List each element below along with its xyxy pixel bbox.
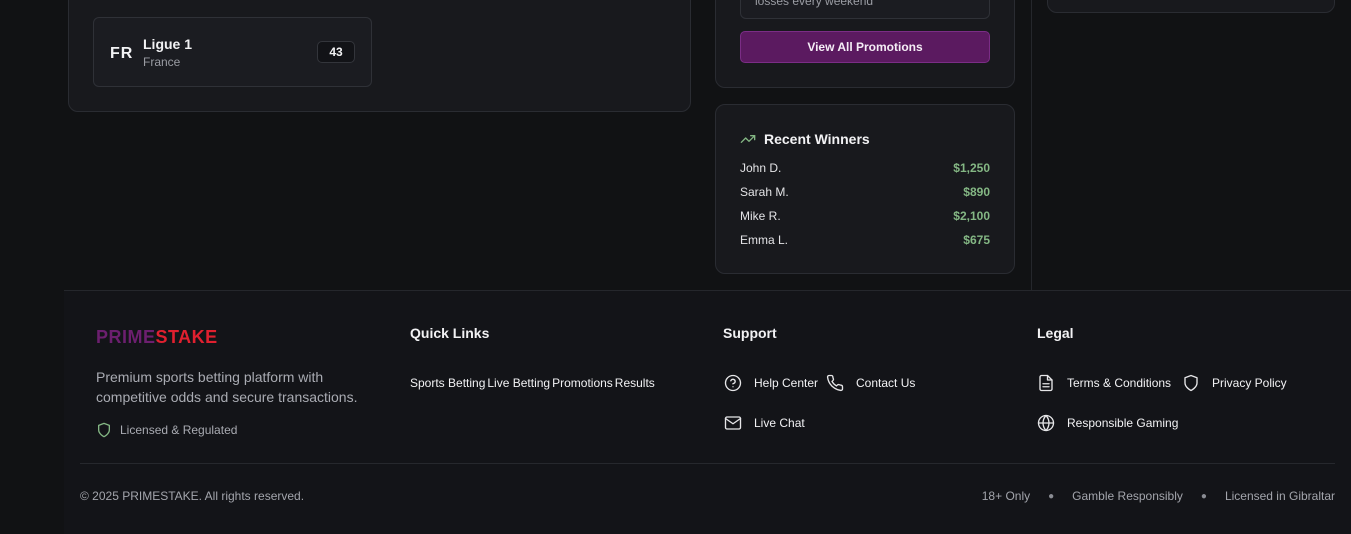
footer-description: Premium sports betting platform with com… xyxy=(96,369,358,405)
trending-up-icon xyxy=(740,131,756,147)
file-text-icon xyxy=(1037,374,1055,392)
recent-winners-header: Recent Winners xyxy=(740,130,870,148)
license-location-tag: Licensed in Gibraltar xyxy=(1224,489,1335,503)
winner-row: Emma L. $675 xyxy=(740,233,990,249)
winner-row: John D. $1,250 xyxy=(740,161,990,177)
right-sidebar-panel xyxy=(1047,0,1335,13)
quick-links-list: Sports Betting Live Betting Promotions R… xyxy=(410,376,657,390)
privacy-policy-link[interactable]: Privacy Policy xyxy=(1182,374,1287,392)
winner-name: Sarah M. xyxy=(740,185,789,199)
contact-us-label: Contact Us xyxy=(856,376,916,390)
league-country-code: FR xyxy=(110,45,134,62)
winner-amount: $675 xyxy=(963,233,990,247)
gamble-responsibly-tag: Gamble Responsibly xyxy=(1072,489,1183,503)
quick-links-title: Quick Links xyxy=(410,325,490,341)
footer-brand-logo[interactable]: PRIMESTAKE xyxy=(96,327,218,348)
column-divider xyxy=(1031,0,1032,291)
terms-label: Terms & Conditions xyxy=(1067,376,1172,390)
winner-row: Mike R. $2,100 xyxy=(740,209,990,225)
promotion-item[interactable]: losses every weekend xyxy=(740,0,990,19)
recent-winners-title: Recent Winners xyxy=(764,131,870,147)
phone-icon xyxy=(826,374,844,392)
shield-icon xyxy=(1182,374,1200,392)
support-title: Support xyxy=(723,325,777,341)
winner-amount: $1,250 xyxy=(953,161,990,175)
globe-icon xyxy=(1037,414,1055,432)
copyright-text: © 2025 PRIMESTAKE. All rights reserved. xyxy=(80,489,305,503)
separator-dot: ● xyxy=(1200,490,1207,502)
quick-link-sports-betting[interactable]: Sports Betting xyxy=(410,376,485,390)
winner-amount: $890 xyxy=(963,185,990,199)
legal-title: Legal xyxy=(1037,325,1074,341)
quick-link-live-betting[interactable]: Live Betting xyxy=(487,376,550,390)
licensed-text: Licensed & Regulated xyxy=(120,423,238,437)
age-restriction-tag: 18+ Only xyxy=(981,489,1031,503)
winner-amount: $2,100 xyxy=(953,209,990,223)
promotion-item-text: losses every weekend xyxy=(755,0,874,8)
winner-name: John D. xyxy=(740,161,782,175)
footer-divider xyxy=(80,463,1335,464)
league-name: Ligue 1 xyxy=(143,36,193,52)
terms-link[interactable]: Terms & Conditions xyxy=(1037,374,1171,392)
brand-stake: STAKE xyxy=(155,327,218,347)
separator-dot: ● xyxy=(1048,490,1055,502)
help-center-label: Help Center xyxy=(754,376,819,390)
view-all-promotions-button[interactable]: View All Promotions xyxy=(740,31,990,63)
league-card-ligue-1[interactable]: FR Ligue 1 France 43 xyxy=(93,17,372,87)
league-country: France xyxy=(143,55,181,69)
responsible-gaming-label: Responsible Gaming xyxy=(1067,416,1179,430)
page: FR Ligue 1 France 43 losses every weeken… xyxy=(0,0,1351,534)
quick-link-promotions[interactable]: Promotions xyxy=(552,376,613,390)
shield-icon xyxy=(96,422,112,438)
responsible-gaming-link[interactable]: Responsible Gaming xyxy=(1037,414,1178,432)
brand-prime: PRIME xyxy=(96,327,156,347)
mail-icon xyxy=(724,414,742,432)
quick-link-results[interactable]: Results xyxy=(615,376,655,390)
live-chat-label: Live Chat xyxy=(754,416,805,430)
contact-us-link[interactable]: Contact Us xyxy=(826,374,915,392)
privacy-policy-label: Privacy Policy xyxy=(1212,376,1287,390)
winner-name: Mike R. xyxy=(740,209,781,223)
live-chat-link[interactable]: Live Chat xyxy=(724,414,805,432)
footer-bottom-tags: 18+ Only ● Gamble Responsibly ● Licensed… xyxy=(982,489,1335,503)
league-match-count-badge: 43 xyxy=(317,41,355,63)
help-center-link[interactable]: Help Center xyxy=(724,374,818,392)
help-circle-icon xyxy=(724,374,742,392)
winner-row: Sarah M. $890 xyxy=(740,185,990,201)
licensed-badge: Licensed & Regulated xyxy=(96,422,237,438)
winner-name: Emma L. xyxy=(740,233,789,247)
